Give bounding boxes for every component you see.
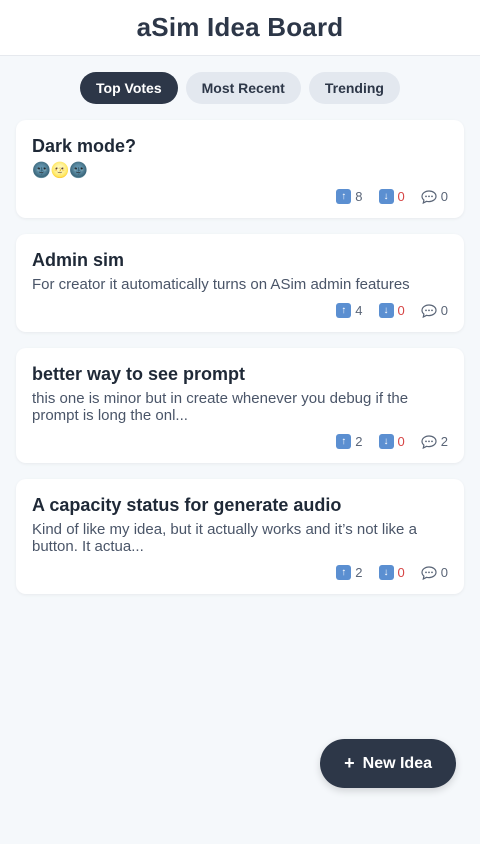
- idea-description: Kind of like my idea, but it actually wo…: [32, 521, 417, 555]
- down-arrow-icon: ↓: [378, 303, 394, 318]
- down-arrow-icon: ↓: [378, 565, 394, 580]
- down-arrow-icon: ↓: [378, 189, 394, 204]
- idea-title: A capacity status for generate audio: [32, 495, 342, 515]
- idea-card[interactable]: A capacity status for generate audio Kin…: [16, 479, 464, 594]
- idea-stats: ↑ 8 ↓ 0 0: [32, 189, 448, 204]
- comments-button[interactable]: 0: [421, 565, 448, 580]
- idea-card[interactable]: better way to see prompt this one is min…: [16, 348, 464, 463]
- speech-bubble-icon: [421, 565, 437, 580]
- app-header: aSim Idea Board: [0, 0, 480, 56]
- upvote-button[interactable]: ↑ 8: [336, 189, 363, 204]
- idea-title: Admin sim: [32, 250, 125, 270]
- up-arrow-icon: ↑: [336, 189, 352, 204]
- comment-count: 0: [440, 189, 448, 204]
- downvote-button[interactable]: ↓ 0: [378, 565, 405, 580]
- idea-stats: ↑ 4 ↓ 0 0: [32, 303, 448, 318]
- tab-top-votes[interactable]: Top Votes: [80, 72, 178, 104]
- speech-bubble-icon: [421, 303, 437, 318]
- downvote-count: 0: [397, 189, 405, 204]
- downvote-count: 0: [397, 565, 405, 580]
- tab-trending[interactable]: Trending: [308, 72, 400, 104]
- downvote-count: 0: [397, 303, 405, 318]
- speech-bubble-icon: [421, 434, 437, 449]
- idea-stats: ↑ 2 ↓ 0 0: [32, 565, 448, 580]
- upvote-count: 8: [355, 189, 363, 204]
- idea-description: 🌚🌝🌚: [32, 162, 89, 179]
- plus-icon: +: [344, 753, 355, 773]
- downvote-button[interactable]: ↓ 0: [378, 434, 405, 449]
- upvote-count: 4: [355, 303, 363, 318]
- idea-stats: ↑ 2 ↓ 0 2: [32, 434, 448, 449]
- idea-card[interactable]: Dark mode? 🌚🌝🌚 ↑ 8 ↓ 0 0: [16, 120, 464, 218]
- idea-list: Dark mode? 🌚🌝🌚 ↑ 8 ↓ 0 0 Admin sim For c…: [0, 104, 480, 594]
- upvote-button[interactable]: ↑ 2: [336, 565, 363, 580]
- comments-button[interactable]: 2: [421, 434, 448, 449]
- new-idea-label: New Idea: [362, 754, 432, 772]
- idea-title: better way to see prompt: [32, 364, 246, 384]
- comment-count: 2: [440, 434, 448, 449]
- page-title: aSim Idea Board: [136, 12, 344, 42]
- comment-count: 0: [440, 565, 448, 580]
- idea-description: For creator it automatically turns on AS…: [32, 276, 410, 293]
- speech-bubble-icon: [421, 189, 437, 204]
- upvote-count: 2: [355, 434, 363, 449]
- tab-most-recent[interactable]: Most Recent: [185, 72, 301, 104]
- downvote-button[interactable]: ↓ 0: [378, 303, 405, 318]
- comments-button[interactable]: 0: [421, 189, 448, 204]
- up-arrow-icon: ↑: [336, 565, 352, 580]
- idea-title: Dark mode?: [32, 136, 137, 156]
- new-idea-button[interactable]: + New Idea: [320, 739, 456, 788]
- upvote-button[interactable]: ↑ 4: [336, 303, 363, 318]
- downvote-count: 0: [397, 434, 405, 449]
- comments-button[interactable]: 0: [421, 303, 448, 318]
- upvote-count: 2: [355, 565, 363, 580]
- downvote-button[interactable]: ↓ 0: [378, 189, 405, 204]
- idea-description: this one is minor but in create whenever…: [32, 390, 409, 424]
- up-arrow-icon: ↑: [336, 434, 352, 449]
- up-arrow-icon: ↑: [336, 303, 352, 318]
- idea-card[interactable]: Admin sim For creator it automatically t…: [16, 234, 464, 332]
- down-arrow-icon: ↓: [378, 434, 394, 449]
- sort-tabs: Top Votes Most Recent Trending: [0, 72, 480, 104]
- comment-count: 0: [440, 303, 448, 318]
- upvote-button[interactable]: ↑ 2: [336, 434, 363, 449]
